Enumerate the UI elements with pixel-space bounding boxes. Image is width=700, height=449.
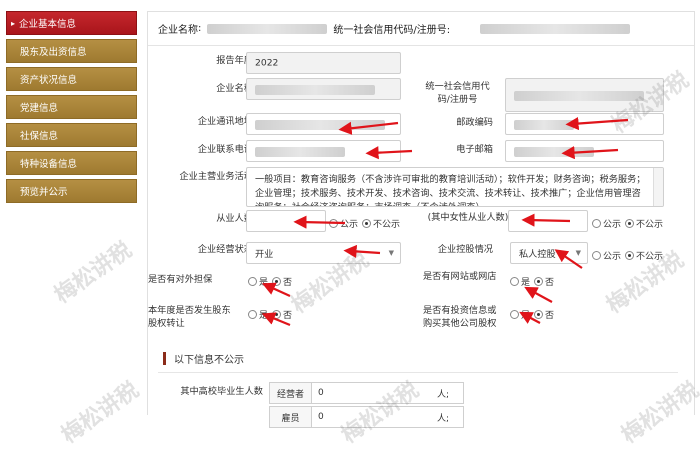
sidebar-item-label: 股东及出资信息 <box>20 47 87 58</box>
investment-label: 是否有投资信息或购买其他公司股权 <box>423 305 497 329</box>
unit-label: 人; <box>437 413 450 424</box>
unit-label: 人; <box>437 389 450 400</box>
sidebar-item-label: 企业基本信息 <box>19 19 77 30</box>
no-radio[interactable] <box>272 277 282 286</box>
sidebar-item-label: 社保信息 <box>20 131 59 142</box>
report-year-field: 2022 <box>246 52 401 74</box>
no-radio[interactable] <box>272 310 282 319</box>
credit-code-field-label: 统一社会信用代码/注册号 <box>425 81 490 105</box>
control-select[interactable]: 私人控股 ▼ <box>510 242 588 264</box>
business-value: 一般项目：教育咨询服务（不含涉许可审批的教育培训活动）；软件开发；财务咨询；税务… <box>255 174 646 206</box>
sidebar: ▸ 企业基本信息 股东及出资信息 资产状况信息 党建信息 社保信息 特种设备信息 … <box>6 11 137 207</box>
company-name-field-label: 企业名称 <box>216 83 253 94</box>
credit-code-label: 统一社会信用代码/注册号: <box>333 25 451 36</box>
main-panel: 企业名称: 统一社会信用代码/注册号: 报告年度 2022 企业名称 统一社会信… <box>147 11 695 428</box>
address-label: 企业通讯地址 <box>197 116 253 127</box>
no-radio[interactable] <box>534 310 544 319</box>
sidebar-item-label: 资产状况信息 <box>20 75 78 86</box>
business-label: 企业主营业务活动 <box>179 171 254 182</box>
company-name-label: 企业名称 <box>158 25 198 36</box>
status-label: 企业经营状态 <box>197 244 253 255</box>
redacted-value <box>514 147 594 157</box>
public-radio[interactable] <box>329 219 338 228</box>
sidebar-item-assets[interactable]: 资产状况信息 <box>6 67 137 91</box>
no-radio[interactable] <box>534 277 544 286</box>
company-name-field <box>246 78 401 100</box>
chevron-down-icon: ▼ <box>575 249 581 257</box>
watermark: 梅松讲税 <box>56 376 144 449</box>
female-employees-input[interactable] <box>508 210 588 232</box>
sidebar-item-basic-info[interactable]: ▸ 企业基本信息 <box>6 11 137 35</box>
grads-label: 其中高校毕业生人数 <box>180 386 263 397</box>
website-label: 是否有网站或网店 <box>423 271 497 282</box>
sidebar-item-party[interactable]: 党建信息 <box>6 95 137 119</box>
public-radio[interactable] <box>592 251 601 260</box>
section-not-public: 以下信息不公示 <box>163 351 244 366</box>
company-header: 企业名称: 统一社会信用代码/注册号: <box>148 12 694 46</box>
sidebar-item-shareholders[interactable]: 股东及出资信息 <box>6 39 137 63</box>
yes-radio[interactable] <box>248 310 257 319</box>
caret-right-icon: ▸ <box>11 18 16 28</box>
equity-transfer-label: 本年度是否发生股东股权转让 <box>148 305 231 329</box>
status-select[interactable]: 开业 ▼ <box>246 242 401 264</box>
phone-label: 企业联系电话 <box>197 144 253 155</box>
sidebar-item-special-equipment[interactable]: 特种设备信息 <box>6 151 137 175</box>
email-label: 电子邮箱 <box>456 144 493 155</box>
yes-radio[interactable] <box>510 310 519 319</box>
postcode-label: 邮政编码 <box>456 117 493 128</box>
control-value: 私人控股 <box>519 249 556 260</box>
watermark: 梅松讲税 <box>49 236 137 309</box>
redacted-value <box>255 120 385 130</box>
report-year-value: 2022 <box>255 57 279 69</box>
section-title: 以下信息不公示 <box>174 355 244 366</box>
sidebar-item-preview[interactable]: 预览并公示 <box>6 179 137 203</box>
divider <box>158 372 678 373</box>
control-label: 企业控股情况 <box>437 244 493 255</box>
employees-visibility: 公示 不公示 <box>329 217 402 230</box>
yes-radio[interactable] <box>248 277 257 286</box>
female-employees-label: (其中女性从业人数) <box>427 212 509 223</box>
employees-input[interactable] <box>246 210 326 232</box>
address-input[interactable] <box>246 113 401 135</box>
redacted-credit-code <box>480 23 631 34</box>
section-bar <box>163 352 166 365</box>
public-radio[interactable] <box>592 219 601 228</box>
report-year-label: 报告年度 <box>216 55 253 66</box>
redacted-value <box>255 85 375 95</box>
email-input[interactable] <box>505 140 664 162</box>
employees-label: 从业人数 <box>216 213 253 224</box>
sidebar-item-social-security[interactable]: 社保信息 <box>6 123 137 147</box>
sidebar-item-label: 党建信息 <box>20 103 59 114</box>
female-employees-visibility: 公示 不公示 <box>592 217 665 230</box>
redacted-company-name <box>207 23 328 34</box>
chevron-down-icon: ▼ <box>388 249 394 257</box>
yes-radio[interactable] <box>510 277 519 286</box>
status-value: 开业 <box>255 249 274 260</box>
guarantee-label: 是否有对外担保 <box>148 274 213 285</box>
redacted-value <box>255 147 345 157</box>
not-public-radio[interactable] <box>625 251 635 260</box>
website-choice: 是 否 <box>510 275 556 288</box>
redacted-value <box>514 120 574 130</box>
guarantee-choice: 是 否 <box>248 275 294 288</box>
investment-choice: 是 否 <box>510 308 556 321</box>
not-public-radio[interactable] <box>625 219 635 228</box>
sidebar-item-label: 特种设备信息 <box>20 159 78 170</box>
phone-input[interactable] <box>246 140 401 162</box>
textarea-scrollbar[interactable] <box>653 168 663 206</box>
operator-label: 经营者 <box>270 383 312 403</box>
equity-transfer-choice: 是 否 <box>248 308 294 321</box>
not-public-radio[interactable] <box>362 219 372 228</box>
business-textarea[interactable]: 一般项目：教育咨询服务（不含涉许可审批的教育培训活动）；软件开发；财务咨询；税务… <box>246 167 664 207</box>
employee-label: 雇员 <box>270 407 312 427</box>
sidebar-item-label: 预览并公示 <box>20 187 68 198</box>
